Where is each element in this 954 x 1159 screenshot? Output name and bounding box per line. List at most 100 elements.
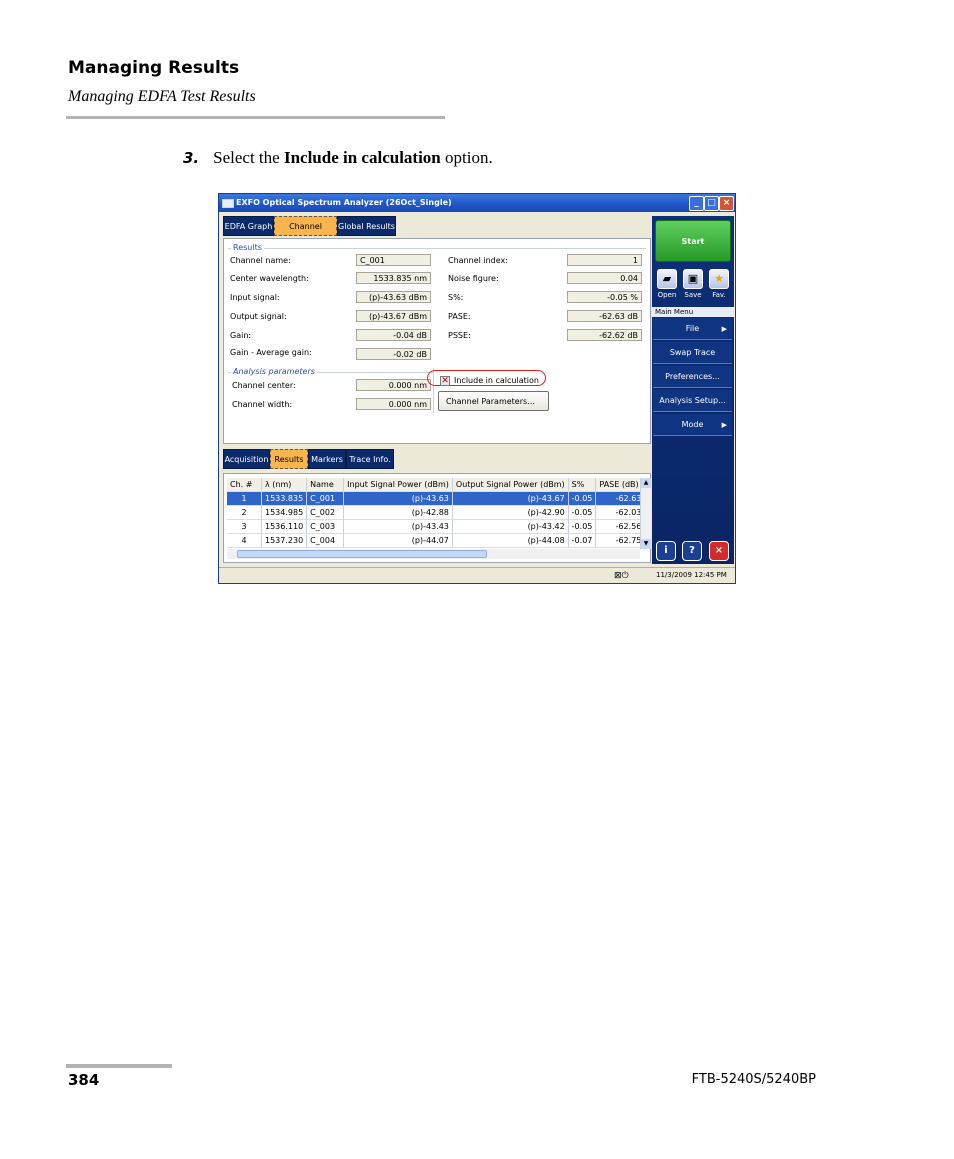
footer-rule xyxy=(66,1064,172,1068)
horizontal-scrollbar[interactable] xyxy=(227,549,640,559)
table-cell: 4 xyxy=(227,533,262,548)
table-cell: (p)-44.08 xyxy=(452,533,569,548)
gain-value: -0.04 dB xyxy=(356,329,431,341)
table-row[interactable]: 3 1536.110 C_003 (p)-43.43 (p)-43.42 -0.… xyxy=(227,519,646,534)
close-icon[interactable]: × xyxy=(719,196,734,211)
favorite-icon[interactable]: ★ xyxy=(709,269,729,289)
tab-edfa-graph[interactable]: EDFA Graph xyxy=(223,216,274,236)
tab-global-results[interactable]: Global Results xyxy=(337,216,396,236)
scroll-thumb[interactable] xyxy=(237,550,487,558)
input-signal-value: (p)-43.63 dBm xyxy=(356,291,431,303)
menu-item-file[interactable]: File ▶ xyxy=(653,318,732,340)
side-panel: Start ▰ ▣ ★ Open Save Fav. Main Menu Fil… xyxy=(652,216,734,564)
channel-name-value: C_001 xyxy=(356,254,431,266)
channel-width-input[interactable]: 0.000 nm xyxy=(356,398,431,410)
field-label: Channel name: xyxy=(230,256,291,265)
maximize-icon[interactable]: □ xyxy=(704,196,719,211)
channel-parameters-button[interactable]: Channel Parameters... xyxy=(438,391,549,411)
table-cell: -0.05 xyxy=(568,519,597,534)
menu-item-swap-trace[interactable]: Swap Trace xyxy=(653,342,732,364)
table-header: Ch. # λ (nm) Name Input Signal Power (dB… xyxy=(227,478,646,492)
table-cell: (p)-42.88 xyxy=(343,505,453,520)
gain-average-value: -0.02 dB xyxy=(356,348,431,360)
exit-icon[interactable]: × xyxy=(709,541,729,561)
field-label: Gain - Average gain: xyxy=(230,348,312,357)
step-post: option. xyxy=(445,148,493,167)
tab-markers[interactable]: Markers xyxy=(308,449,346,469)
table-cell: 1537.230 xyxy=(261,533,308,548)
include-checkbox[interactable]: ✕ xyxy=(440,376,450,386)
tab-results[interactable]: Results xyxy=(270,449,308,469)
channel-center-input[interactable]: 0.000 nm xyxy=(356,379,431,391)
tab-acquisition[interactable]: Acquisition xyxy=(223,449,270,469)
include-label[interactable]: Include in calculation xyxy=(454,376,539,385)
menu-label: File xyxy=(685,324,700,333)
product-name: FTB-5240S/5240BP xyxy=(691,1072,816,1087)
header-rule xyxy=(66,116,445,119)
tray-icon: ⊠⏻ xyxy=(614,571,629,581)
analysis-group-title: Analysis parameters xyxy=(231,367,317,376)
results-group-line xyxy=(228,248,646,249)
fav-label: Fav. xyxy=(712,291,726,299)
start-button[interactable]: Start xyxy=(655,220,731,262)
tab-channel-results[interactable]: Channel Results xyxy=(274,216,337,251)
table-cell: C_003 xyxy=(306,519,345,534)
minimize-icon[interactable]: _ xyxy=(689,196,704,211)
results-group-title: Results xyxy=(231,243,264,252)
table-cell: C_004 xyxy=(306,533,345,548)
status-bar: ⊠⏻ 11/3/2009 12:45 PM xyxy=(219,567,735,583)
table-row[interactable]: 4 1537.230 C_004 (p)-44.07 (p)-44.08 -0.… xyxy=(227,533,646,548)
table-cell: -62.03 xyxy=(595,505,646,520)
open-icon[interactable]: ▰ xyxy=(657,269,677,289)
table-row[interactable]: 2 1534.985 C_002 (p)-42.88 (p)-42.90 -0.… xyxy=(227,505,646,520)
field-label: Gain: xyxy=(230,331,252,340)
table-cell: 1 xyxy=(227,491,262,506)
column-header[interactable]: S% xyxy=(568,478,597,492)
table-row[interactable]: 1 1533.835 C_001 (p)-43.63 (p)-43.67 -0.… xyxy=(227,491,646,506)
column-header[interactable]: Input Signal Power (dBm) xyxy=(343,478,453,492)
table-cell: -62.63 xyxy=(595,491,646,506)
channel-index-value: 1 xyxy=(567,254,642,266)
section-title: Managing Results xyxy=(68,58,240,78)
help-icon[interactable]: ? xyxy=(682,541,702,561)
table-cell: (p)-43.67 xyxy=(452,491,569,506)
tab-trace-info[interactable]: Trace Info. xyxy=(346,449,394,469)
table-cell: 3 xyxy=(227,519,262,534)
results-table: Ch. # λ (nm) Name Input Signal Power (dB… xyxy=(227,478,646,548)
results-table-panel: Ch. # λ (nm) Name Input Signal Power (dB… xyxy=(223,473,651,563)
menu-item-preferences[interactable]: Preferences... xyxy=(653,366,732,388)
table-cell: -62.75 xyxy=(595,533,646,548)
table-cell: -62.56 xyxy=(595,519,646,534)
table-cell: 1534.985 xyxy=(261,505,308,520)
menu-item-mode[interactable]: Mode ▶ xyxy=(653,414,732,436)
scroll-up-icon[interactable]: ▲ xyxy=(641,478,651,488)
window-title: EXFO Optical Spectrum Analyzer (26Oct_Si… xyxy=(236,198,452,207)
step-number: 3. xyxy=(183,149,200,167)
field-label: Channel index: xyxy=(448,256,508,265)
save-icon[interactable]: ▣ xyxy=(683,269,703,289)
noise-figure-value: 0.04 xyxy=(567,272,642,284)
column-header[interactable]: PASE (dB) xyxy=(595,478,646,492)
scroll-down-icon[interactable]: ▼ xyxy=(641,539,651,549)
step-instruction: 3. Select the Include in calculation opti… xyxy=(183,148,493,168)
column-header[interactable]: Name xyxy=(306,478,345,492)
field-label: S%: xyxy=(448,293,464,302)
table-cell: C_002 xyxy=(306,505,345,520)
info-icon[interactable]: i xyxy=(656,541,676,561)
section-subtitle: Managing EDFA Test Results xyxy=(68,88,256,105)
field-label: Input signal: xyxy=(230,293,280,302)
app-window: EXFO Optical Spectrum Analyzer (26Oct_Si… xyxy=(218,193,736,584)
status-time: 11/3/2009 12:45 PM xyxy=(656,571,727,579)
menu-item-analysis-setup[interactable]: Analysis Setup... xyxy=(653,390,732,412)
table-cell: 2 xyxy=(227,505,262,520)
step-pre: Select the xyxy=(213,148,280,167)
column-header[interactable]: λ (nm) xyxy=(261,478,308,492)
table-cell: (p)-43.63 xyxy=(343,491,453,506)
vertical-scrollbar[interactable]: ▲ ▼ xyxy=(640,478,651,549)
channel-results-panel: Results Channel name: C_001 Center wavel… xyxy=(223,238,651,444)
step-bold: Include in calculation xyxy=(283,148,441,167)
table-cell: (p)-43.42 xyxy=(452,519,569,534)
field-label: PASE: xyxy=(448,312,471,321)
column-header[interactable]: Output Signal Power (dBm) xyxy=(452,478,569,492)
column-header[interactable]: Ch. # xyxy=(227,478,262,492)
